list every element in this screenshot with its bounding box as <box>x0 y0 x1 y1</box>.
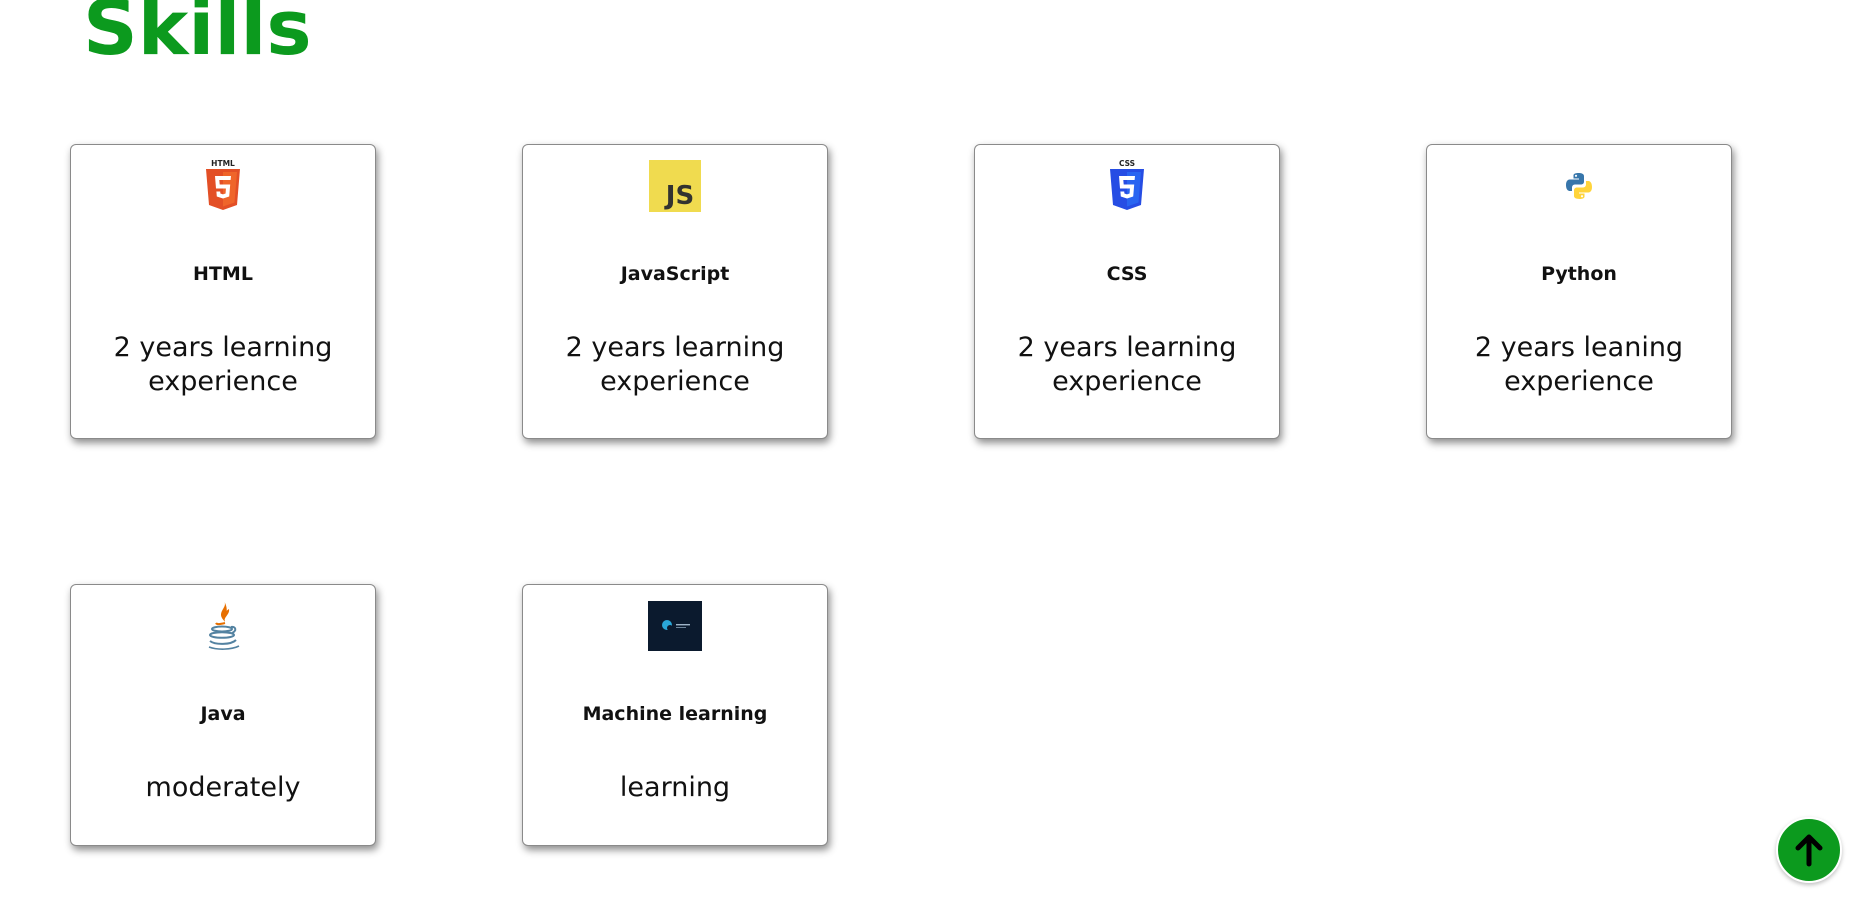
skill-card-css: CSS CSS 2 years learning experience <box>974 144 1280 439</box>
svg-text:JS: JS <box>664 181 694 211</box>
svg-text:HTML: HTML <box>211 159 235 168</box>
css3-icon: CSS <box>1100 159 1154 213</box>
skill-name: Machine learning <box>582 703 768 725</box>
machine-learning-icon <box>648 599 702 653</box>
javascript-icon: JS <box>648 159 702 213</box>
skill-card-python: Python 2 years leaning experience <box>1426 144 1732 439</box>
skills-page: Skills HTML HTML 2 years learning experi… <box>0 0 1871 898</box>
skill-card-java: Java moderately <box>70 584 376 846</box>
skill-name: Python <box>1541 263 1617 285</box>
skill-name: HTML <box>193 263 253 285</box>
skill-card-javascript: JS JavaScript 2 years learning experienc… <box>522 144 828 439</box>
skill-card-machine-learning: Machine learning learning <box>522 584 828 846</box>
java-icon <box>196 599 250 653</box>
skill-description: learning <box>619 772 731 803</box>
skill-name: Java <box>200 703 246 725</box>
scroll-to-top-button[interactable] <box>1776 817 1842 883</box>
skill-description: 2 years learning experience <box>565 332 785 397</box>
html5-icon: HTML <box>196 159 250 213</box>
skill-name: CSS <box>1106 263 1148 285</box>
skill-card-html: HTML HTML 2 years learning experience <box>70 144 376 439</box>
skill-description: 2 years leaning experience <box>1474 332 1684 397</box>
skill-name: JavaScript <box>620 263 730 285</box>
skill-description: 2 years learning experience <box>113 332 333 397</box>
skill-description: moderately <box>145 772 301 803</box>
skill-description: 2 years learning experience <box>1017 332 1237 397</box>
svg-text:CSS: CSS <box>1119 159 1135 168</box>
section-title: Skills <box>83 0 312 72</box>
python-icon <box>1552 159 1606 213</box>
arrow-up-icon <box>1795 834 1823 867</box>
